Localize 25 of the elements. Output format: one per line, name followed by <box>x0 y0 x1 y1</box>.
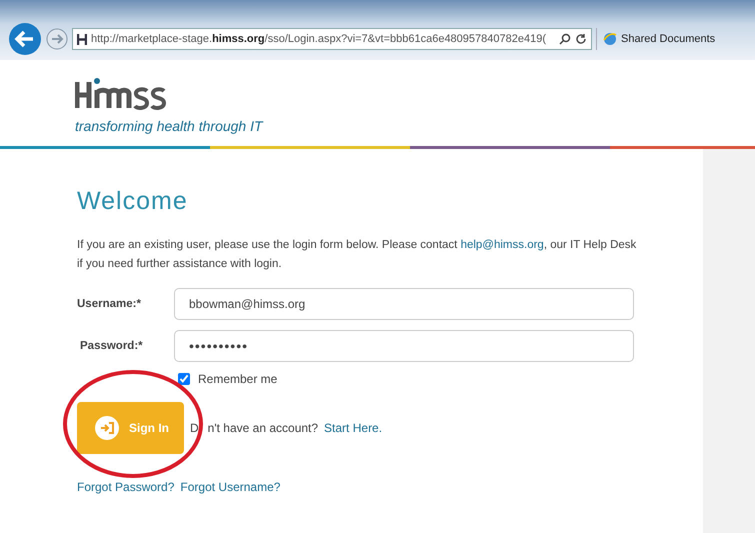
favorites-item[interactable]: Shared Documents <box>596 28 722 50</box>
logo-icon <box>75 76 167 110</box>
address-bar[interactable]: http://marketplace-stage.himss.org/sso/Login.aspx?vi=7&vt=bbb61ca6e480957840782e419( <box>72 28 592 50</box>
tagline: transforming health through IT <box>75 118 264 134</box>
remember-label: Remember me <box>198 372 278 386</box>
no-account-text: D <box>190 421 199 435</box>
intro-text: If you are an existing user, please use the login form below. Please contact help@himss.org, our IT Help Desk if you need further assistance with login. <box>77 238 637 272</box>
start-here-link[interactable]: Start Here. <box>324 421 382 435</box>
site-icon <box>77 32 87 46</box>
back-icon[interactable] <box>8 22 42 56</box>
password-field[interactable]: •••••••••• <box>174 330 634 362</box>
password-label: Password:* <box>79 340 144 352</box>
forgot-username-link[interactable]: Forgot Username? <box>180 480 280 494</box>
username-field[interactable]: bbowman@himss.org <box>174 288 634 320</box>
remember-checkbox[interactable] <box>178 373 190 385</box>
search-icon[interactable] <box>559 33 571 45</box>
refresh-icon[interactable] <box>575 33 587 45</box>
forgot-password-link[interactable]: Forgot Password? <box>77 480 174 494</box>
username-label: Username:* <box>77 298 142 310</box>
browser-icon <box>603 32 617 46</box>
no-account-text: n't have an account? <box>208 421 318 435</box>
url-text: http://marketplace-stage.himss.org/sso/Login.aspx?vi=7&vt=bbb61ca6e480957840782e419( <box>91 33 547 45</box>
sign-in-icon <box>94 415 120 441</box>
email-link[interactable]: help@himss.org <box>460 239 544 251</box>
welcome-heading: Welcome <box>77 187 189 216</box>
